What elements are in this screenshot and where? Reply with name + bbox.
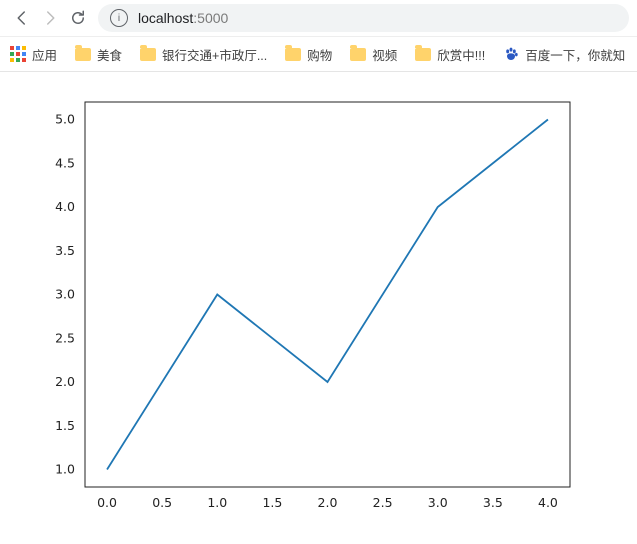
bookmark-folder-4[interactable]: 欣赏中!!! [415, 45, 485, 64]
data-series [107, 120, 548, 470]
bookmark-baidu[interactable]: 百度一下，你就知 [503, 45, 625, 64]
x-tick-label: 3.0 [428, 495, 448, 510]
x-tick-label: 2.0 [318, 495, 338, 510]
folder-icon [285, 48, 301, 61]
bookmark-label: 银行交通+市政厅... [162, 45, 267, 64]
bookmark-folder-2[interactable]: 购物 [285, 45, 332, 64]
y-tick-label: 4.0 [55, 199, 75, 214]
x-tick-label: 4.0 [538, 495, 558, 510]
arrow-left-icon [13, 9, 31, 27]
x-tick-label: 1.0 [207, 495, 227, 510]
x-tick-label: 2.5 [373, 495, 393, 510]
apps-label: 应用 [32, 45, 57, 64]
y-tick-label: 1.5 [55, 418, 75, 433]
arrow-right-icon [41, 9, 59, 27]
y-tick-label: 2.5 [55, 330, 75, 345]
y-tick-label: 5.0 [55, 112, 75, 127]
folder-icon [75, 48, 91, 61]
y-tick-label: 4.5 [55, 155, 75, 170]
x-tick-label: 3.5 [483, 495, 503, 510]
x-tick-label: 1.5 [262, 495, 282, 510]
apps-shortcut[interactable]: 应用 [10, 45, 57, 64]
y-tick-label: 3.0 [55, 287, 75, 302]
folder-icon [140, 48, 156, 61]
line-chart: 0.0 0.5 1.0 1.5 2.0 2.5 3.0 3.5 4.0 1.0 1.5 2.0 2.5 3… [30, 92, 590, 527]
folder-icon [350, 48, 366, 61]
bookmark-folder-3[interactable]: 视频 [350, 45, 397, 64]
x-tick-label: 0.0 [97, 495, 117, 510]
forward-button[interactable] [36, 4, 64, 32]
bookmark-label: 百度一下，你就知 [525, 45, 625, 64]
y-tick-label: 3.5 [55, 243, 75, 258]
reload-button[interactable] [64, 4, 92, 32]
bookmark-label: 视频 [372, 45, 397, 64]
bookmark-label: 欣赏中!!! [437, 45, 485, 64]
baidu-paw-icon [503, 46, 519, 62]
bookmark-label: 美食 [97, 45, 122, 64]
bookmark-folder-1[interactable]: 银行交通+市政厅... [140, 45, 267, 64]
browser-toolbar: i localhost:5000 [0, 0, 637, 37]
folder-icon [415, 48, 431, 61]
y-tick-label: 2.0 [55, 374, 75, 389]
x-tick-label: 0.5 [152, 495, 172, 510]
bookmark-folder-0[interactable]: 美食 [75, 45, 122, 64]
chart-svg: 0.0 0.5 1.0 1.5 2.0 2.5 3.0 3.5 4.0 1.0 1.5 2.0 2.5 3… [30, 92, 590, 522]
url-port: :5000 [193, 10, 228, 26]
back-button[interactable] [8, 4, 36, 32]
apps-icon [10, 46, 26, 62]
bookmarks-bar: 应用 美食 银行交通+市政厅... 购物 视频 欣赏中!!! 百度一下，你就知 [0, 37, 637, 72]
site-info-icon[interactable]: i [110, 9, 128, 27]
url-host: localhost [138, 10, 193, 26]
address-bar[interactable]: i localhost:5000 [98, 4, 629, 32]
bookmark-label: 购物 [307, 45, 332, 64]
reload-icon [69, 9, 87, 27]
y-tick-label: 1.0 [55, 462, 75, 477]
